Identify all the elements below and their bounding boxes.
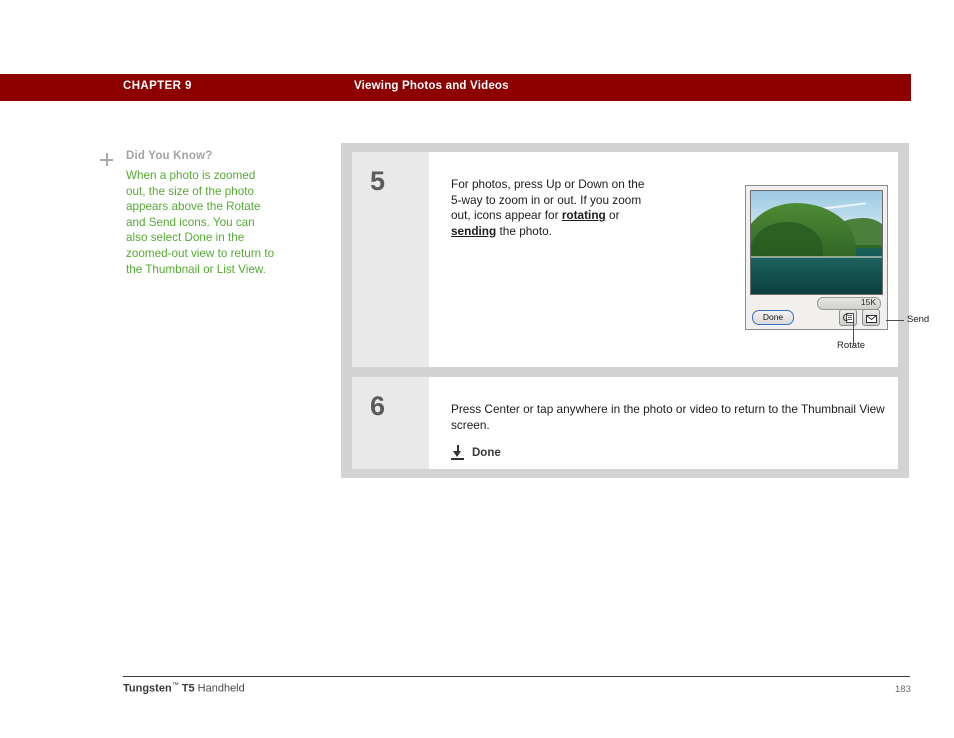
footer-product: Tungsten <box>123 682 172 695</box>
footer-suffix: Handheld <box>194 682 245 695</box>
did-you-know-body: When a photo is zoomed out, the size of … <box>126 169 275 276</box>
download-arrow-icon <box>451 445 464 460</box>
step5-text-mid: or <box>605 208 620 222</box>
envelope-glyph <box>866 315 877 323</box>
footer-divider <box>123 676 910 677</box>
step-number-column-5: 5 <box>352 152 429 367</box>
step5-emphasis-rotating: rotating <box>561 208 606 222</box>
done-action-row: Done <box>451 445 501 460</box>
step-number-6: 6 <box>370 391 386 421</box>
device-toolbar: 15K Done <box>750 297 883 327</box>
rotate-glyph <box>843 312 854 324</box>
device-screenshot: 15K Done <box>745 185 888 330</box>
photo-size-value: 15K <box>860 297 876 307</box>
footer-model: T5 <box>178 682 195 695</box>
send-callout-label: Send <box>907 314 930 325</box>
rotate-icon[interactable] <box>839 309 857 326</box>
arrow-head <box>453 451 461 457</box>
done-action-label: Done <box>472 446 501 459</box>
plus-icon <box>100 153 113 166</box>
step-number-column-6: 6 <box>352 377 429 469</box>
send-callout-line <box>886 320 904 321</box>
rotate-arrow-shape <box>843 313 849 321</box>
step-text-6: Press Center or tap anywhere in the phot… <box>451 402 885 432</box>
chapter-label: CHAPTER 9 <box>123 80 192 92</box>
step-number-5: 5 <box>370 166 386 196</box>
device-done-button[interactable]: Done <box>752 310 794 325</box>
photo-preview <box>750 190 883 295</box>
photo-water <box>751 256 882 294</box>
envelope-svg <box>866 315 877 323</box>
step-body-5: For photos, press Up or Down on the 5-wa… <box>429 152 929 367</box>
step-card-5: 5 For photos, press Up or Down on the 5-… <box>352 152 929 367</box>
footer-trademark: ™ <box>171 682 179 689</box>
step-card-6: 6 Press Center or tap anywhere in the ph… <box>352 377 898 469</box>
arrow-base-bar <box>451 458 464 460</box>
steps-container: 5 For photos, press Up or Down on the 5-… <box>341 143 929 478</box>
step-body-6: Press Center or tap anywhere in the phot… <box>429 377 898 469</box>
chapter-header-bar: CHAPTER 9 Viewing Photos and Videos <box>0 74 911 101</box>
step5-emphasis-sending: sending <box>451 223 497 238</box>
chapter-title: Viewing Photos and Videos <box>354 80 509 92</box>
step5-text-after: the photo. <box>496 223 553 238</box>
rotate-callout-label: Rotate <box>837 340 865 351</box>
envelope-send-icon[interactable] <box>862 309 880 326</box>
step-text-5: For photos, press Up or Down on the 5-wa… <box>451 177 649 239</box>
footer-product-line: Tungsten™ T5 Handheld <box>123 682 245 695</box>
did-you-know-heading: Did You Know? <box>126 150 213 162</box>
photo-shoreline <box>751 255 882 258</box>
page-number: 183 <box>895 684 911 695</box>
